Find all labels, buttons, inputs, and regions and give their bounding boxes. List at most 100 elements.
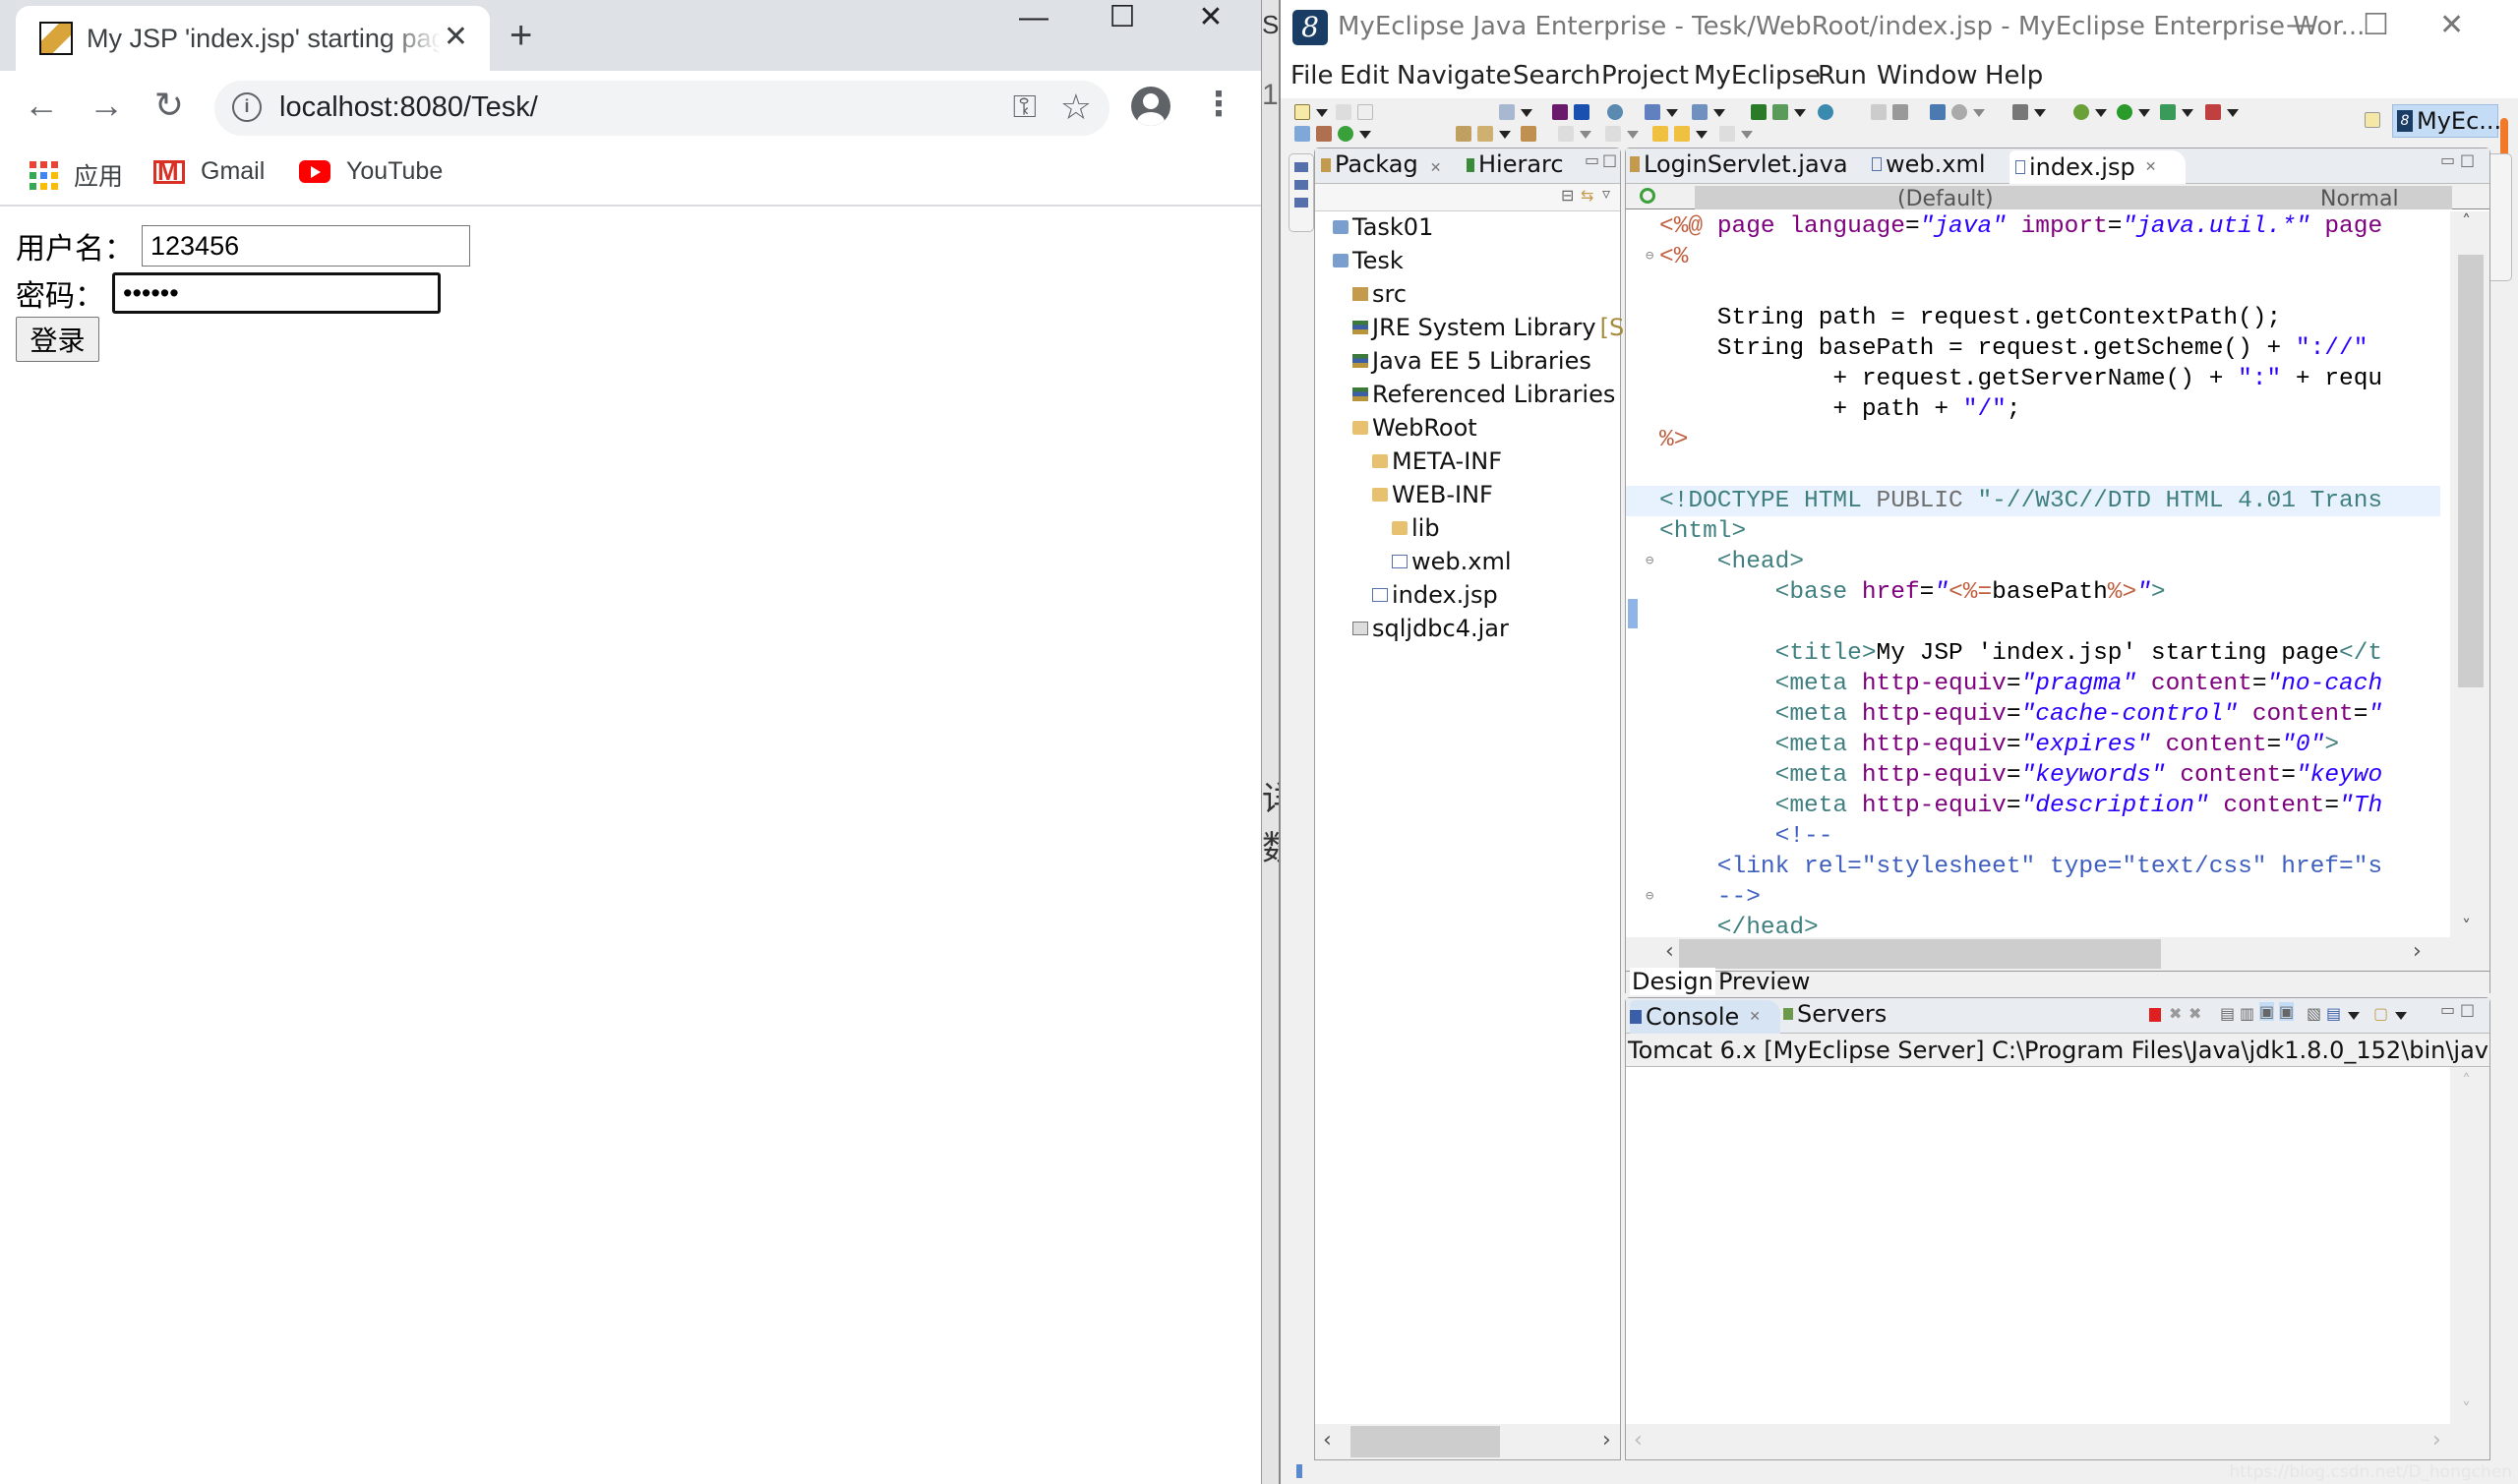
horizontal-scrollbar[interactable]: ‹ › xyxy=(1315,1424,1620,1459)
site-info-icon[interactable]: i xyxy=(232,92,262,122)
tab-design[interactable]: Design xyxy=(1630,968,1715,995)
remove-launch-icon[interactable]: ✖ xyxy=(2169,1004,2182,1023)
deploy-icon[interactable] xyxy=(1552,104,1568,120)
view-mode-combo[interactable]: Normal xyxy=(2314,186,2452,209)
minimize-view-icon[interactable]: ▭ xyxy=(2440,150,2455,169)
scroll-left-icon[interactable]: ‹ xyxy=(1634,1428,1643,1453)
tree-item[interactable]: lib xyxy=(1392,514,1440,542)
dropdown-arrow-icon[interactable] xyxy=(2395,1012,2407,1020)
browser-icon[interactable] xyxy=(1818,104,1833,120)
menu-navigate[interactable]: Navigate xyxy=(1397,61,1512,90)
uml-icon[interactable] xyxy=(1645,104,1660,120)
dropdown-arrow-icon[interactable] xyxy=(1713,109,1725,117)
username-input[interactable] xyxy=(142,225,470,267)
editor-horizontal-scrollbar[interactable]: ‹ › xyxy=(1626,937,2489,971)
bookmark-star-icon[interactable]: ☆ xyxy=(1060,87,1092,128)
bookmark-gmail[interactable]: Gmail xyxy=(153,156,265,187)
clear-console-icon[interactable]: ▤ xyxy=(2220,1004,2235,1023)
reload-button[interactable]: ↻ xyxy=(146,85,193,126)
editor-vertical-scrollbar[interactable]: ˄ ˅ xyxy=(2450,211,2489,937)
tab-package-explorer[interactable]: Packag ✕ xyxy=(1321,150,1441,178)
tab-index-jsp[interactable]: index.jsp ✕ xyxy=(2009,150,2187,184)
minimize-view-icon[interactable]: ▭ xyxy=(1585,150,1599,169)
dropdown-arrow-icon[interactable] xyxy=(1521,109,1532,117)
tree-item[interactable]: Java EE 5 Libraries xyxy=(1352,347,1591,375)
browser-tab[interactable]: My JSP 'index.jsp' starting page ✕ xyxy=(16,6,490,71)
menu-window[interactable]: Window xyxy=(1877,61,1978,90)
dropdown-arrow-icon[interactable] xyxy=(1794,109,1806,117)
dropdown-arrow-icon[interactable] xyxy=(1316,109,1328,117)
css-target-combo[interactable] xyxy=(1695,186,1891,209)
new-icon[interactable] xyxy=(1294,104,1310,120)
console-vertical-scrollbar[interactable]: ˄ ˅ xyxy=(2450,1067,2489,1424)
menu-search[interactable]: Search xyxy=(1513,61,1600,90)
scroll-right-icon[interactable]: › xyxy=(1602,1428,1611,1453)
view-menu-icon[interactable]: ▿ xyxy=(1602,184,1610,203)
new-tab-button[interactable]: + xyxy=(510,14,532,58)
print-icon[interactable] xyxy=(1357,104,1373,120)
address-bar[interactable]: i localhost:8080/Tesk/ ⚿ ☆ xyxy=(214,81,1109,136)
forward-button[interactable]: → xyxy=(83,85,130,126)
forward-nav-icon[interactable] xyxy=(1719,126,1735,142)
dropdown-arrow-icon[interactable] xyxy=(1973,109,1985,117)
maximize-view-icon[interactable]: □ xyxy=(1602,150,1617,169)
dropdown-arrow-icon[interactable] xyxy=(2348,1012,2360,1020)
maximize-button[interactable]: ☐ xyxy=(1078,0,1167,39)
globe-icon[interactable] xyxy=(1951,104,1967,120)
open-folder-icon[interactable] xyxy=(1521,126,1536,142)
next-annotation-icon[interactable] xyxy=(1558,126,1574,142)
save-icon[interactable] xyxy=(1336,104,1351,120)
close-icon[interactable]: ✕ xyxy=(1749,1009,1761,1025)
scroll-thumb[interactable] xyxy=(1350,1426,1500,1457)
scroll-right-icon[interactable]: › xyxy=(2432,1428,2441,1453)
scroll-down-icon[interactable]: ˅ xyxy=(2462,917,2471,937)
back-button[interactable]: ← xyxy=(18,85,65,126)
database-icon[interactable] xyxy=(1499,104,1515,120)
password-input[interactable] xyxy=(112,272,441,314)
dropdown-arrow-icon[interactable] xyxy=(1499,131,1511,139)
table-icon[interactable] xyxy=(1930,104,1946,120)
undeploy-icon[interactable] xyxy=(1574,104,1589,120)
collapse-all-icon[interactable]: ⊟ xyxy=(1561,186,1574,205)
tab-loginservlet-java[interactable]: LoginServlet.java xyxy=(1630,150,1848,178)
new-class-icon[interactable] xyxy=(1338,126,1353,142)
web-services-icon[interactable] xyxy=(1607,104,1623,120)
profile-run-icon[interactable] xyxy=(2160,104,2176,120)
console-output[interactable] xyxy=(1626,1067,2450,1424)
refresh-icon[interactable] xyxy=(1640,188,1655,204)
maximize-view-icon[interactable]: □ xyxy=(2460,1000,2475,1019)
back-nav-icon[interactable] xyxy=(1674,126,1690,142)
dropdown-arrow-icon[interactable] xyxy=(1696,131,1708,139)
fold-toggle-icon[interactable]: ⊖ xyxy=(1646,547,1653,577)
tree-item[interactable]: WEB-INF xyxy=(1372,481,1493,508)
password-key-icon[interactable]: ⚿ xyxy=(1013,89,1037,126)
show-on-stderr-icon[interactable]: ▣ xyxy=(2279,1002,2295,1021)
run-icon[interactable] xyxy=(2117,104,2132,120)
code-editor[interactable]: <%@ page language="java" import="java.ut… xyxy=(1626,211,2440,937)
dropdown-arrow-icon[interactable] xyxy=(1627,131,1639,139)
tab-web-xml[interactable]: web.xml xyxy=(1872,150,1986,178)
minimize-button[interactable]: — xyxy=(989,0,1078,39)
outline-view-icon[interactable] xyxy=(1294,180,1308,190)
close-icon[interactable]: ✕ xyxy=(2145,159,2157,175)
dropdown-arrow-icon[interactable] xyxy=(1666,109,1678,117)
menu-help[interactable]: Help xyxy=(1985,61,2043,90)
scroll-left-icon[interactable]: ‹ xyxy=(1665,939,1674,964)
menu-run[interactable]: Run xyxy=(1818,61,1867,90)
remove-all-icon[interactable]: ✖ xyxy=(2188,1004,2201,1023)
ide-close-button[interactable]: ✕ xyxy=(2439,8,2464,42)
fold-toggle-icon[interactable]: ⊖ xyxy=(1646,882,1653,913)
server-deploy-icon[interactable] xyxy=(1751,104,1767,120)
dropdown-arrow-icon[interactable] xyxy=(2227,109,2239,117)
bookmark-youtube[interactable]: YouTube xyxy=(299,157,443,186)
scroll-right-icon[interactable]: › xyxy=(2413,939,2422,964)
dropdown-arrow-icon[interactable] xyxy=(2138,109,2150,117)
dropdown-arrow-icon[interactable] xyxy=(1741,131,1753,139)
dropdown-arrow-icon[interactable] xyxy=(2034,109,2046,117)
profile-avatar-icon[interactable] xyxy=(1131,87,1170,126)
display-console-icon[interactable]: ▤ xyxy=(2326,1004,2341,1023)
tree-item[interactable]: Referenced Libraries xyxy=(1352,381,1615,408)
task-view-icon[interactable] xyxy=(1294,198,1308,208)
tree-item[interactable]: Task01 xyxy=(1333,213,1433,241)
terminate-icon[interactable] xyxy=(2149,1008,2161,1022)
